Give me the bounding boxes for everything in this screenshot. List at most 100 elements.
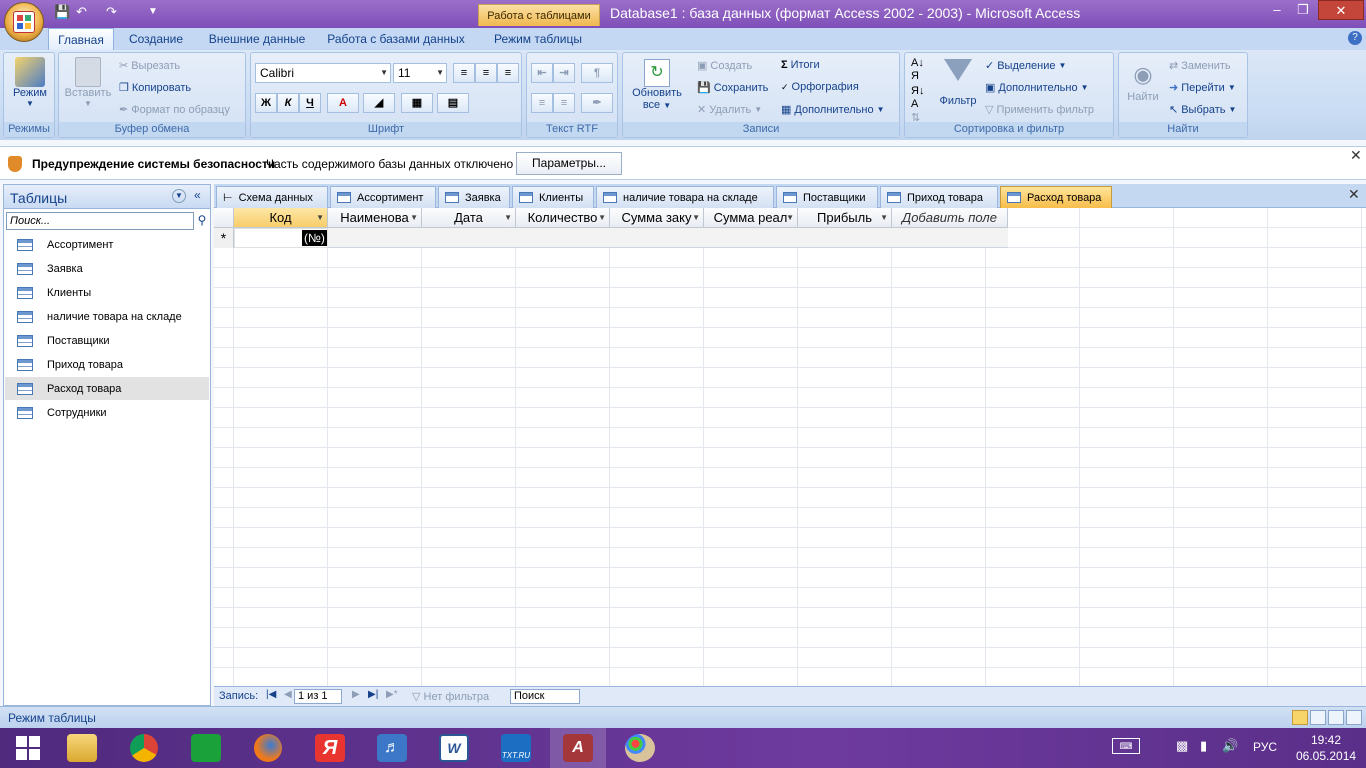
toggle-filter-button[interactable]: ▽ Применить фильтр xyxy=(985,103,1094,117)
save-record-button[interactable]: 💾 Сохранить xyxy=(697,81,768,95)
prev-record-icon[interactable]: ◀ xyxy=(284,689,292,700)
security-options-button[interactable]: Параметры... xyxy=(516,152,622,175)
column-header-purchase-sum[interactable]: Сумма заку ▼ xyxy=(610,208,704,228)
select-button[interactable]: ↖ Выбрать ▼ xyxy=(1169,103,1236,117)
taskbar-explorer[interactable] xyxy=(54,728,110,768)
filter-button[interactable]: Фильтр xyxy=(935,59,981,107)
pivot-chart-view-icon[interactable] xyxy=(1328,710,1344,725)
bullets-icon[interactable]: ≡ xyxy=(553,93,575,113)
decrease-indent-icon[interactable]: ⇤ xyxy=(531,63,553,83)
close-window-button[interactable]: ✕ xyxy=(1318,0,1364,20)
tab-create[interactable]: Создание xyxy=(120,28,192,50)
nav-item-table[interactable]: наличие товара на складе xyxy=(5,305,209,328)
chevron-down-icon[interactable]: ▼ xyxy=(598,208,606,227)
new-record-nav-icon[interactable]: ▶* xyxy=(386,689,398,700)
taskbar-store[interactable] xyxy=(178,728,234,768)
restore-icon[interactable]: ❐ xyxy=(1290,0,1316,20)
datasheet-grid[interactable]: Код ▼ Наименова ▼ Дата ▼ Количество ▼ Сумма … xyxy=(214,208,1366,686)
copy-button[interactable]: ❐ Копировать xyxy=(119,81,191,95)
nav-item-table[interactable]: Поставщики xyxy=(5,329,209,352)
delete-record-button[interactable]: ✕ Удалить ▼ xyxy=(697,103,762,117)
find-button[interactable]: ◉ Найти xyxy=(1121,59,1165,103)
design-view-icon[interactable] xyxy=(1346,710,1362,725)
paragraph-icon[interactable]: ¶ xyxy=(581,63,613,83)
doc-tab-stock[interactable]: наличие товара на складе xyxy=(596,186,774,208)
replace-button[interactable]: ⇄ Заменить xyxy=(1169,59,1231,73)
chevron-down-icon[interactable]: ▼ xyxy=(172,189,186,203)
tab-database-tools[interactable]: Работа с базами данных xyxy=(322,28,470,50)
column-header-code[interactable]: Код ▼ xyxy=(234,208,328,228)
bold-button[interactable]: Ж xyxy=(255,93,277,113)
save-icon[interactable]: 💾 xyxy=(54,4,70,22)
italic-button[interactable]: К xyxy=(277,93,299,113)
nav-search-input[interactable]: Поиск... xyxy=(6,212,194,230)
redo-icon[interactable]: ↷ xyxy=(106,4,117,22)
taskbar-access[interactable]: A xyxy=(550,728,606,768)
doc-tab-income[interactable]: Приход товара xyxy=(880,186,998,208)
close-document-icon[interactable]: ✕ xyxy=(1348,186,1360,203)
align-left-icon[interactable]: ≡ xyxy=(453,63,475,83)
advanced-filter-button[interactable]: ▣ Дополнительно ▼ xyxy=(985,81,1089,95)
nav-item-table[interactable]: Сотрудники xyxy=(5,401,209,424)
chevron-down-icon[interactable]: ▼ xyxy=(880,208,888,227)
refresh-all-button[interactable]: ↻ Обновить все ▼ xyxy=(625,59,689,111)
nav-item-table[interactable]: Ассортимент xyxy=(5,233,209,256)
nav-item-table[interactable]: Приход товара xyxy=(5,353,209,376)
selection-button[interactable]: ✓ Выделение ▼ xyxy=(985,59,1066,73)
column-header-name[interactable]: Наименова ▼ xyxy=(328,208,422,228)
spelling-button[interactable]: ✓ Орфография xyxy=(781,81,859,93)
record-search-input[interactable]: Поиск xyxy=(510,689,580,704)
taskbar-audio[interactable]: ♬ xyxy=(364,728,420,768)
taskbar-yandex[interactable]: Я xyxy=(302,728,358,768)
no-filter-indicator[interactable]: ▽ Нет фильтра xyxy=(412,690,489,703)
fill-color-icon[interactable]: ◢ xyxy=(363,93,395,113)
column-header-date[interactable]: Дата ▼ xyxy=(422,208,516,228)
chevron-down-icon[interactable]: ▼ xyxy=(692,208,700,227)
cut-button[interactable]: ✂ Вырезать xyxy=(119,59,180,73)
chevron-down-icon[interactable]: ▼ xyxy=(786,208,794,227)
tab-external-data[interactable]: Внешние данные xyxy=(200,28,314,50)
taskbar-firefox[interactable] xyxy=(240,728,296,768)
volume-icon[interactable]: 🔊 xyxy=(1222,738,1238,754)
search-icon[interactable]: ⚲ xyxy=(194,212,210,230)
doc-tab-suppliers[interactable]: Поставщики xyxy=(776,186,878,208)
mode-button[interactable]: Режим ▼ xyxy=(8,57,52,108)
nav-item-table[interactable]: Клиенты xyxy=(5,281,209,304)
sort-descending-icon[interactable]: Я↓ A xyxy=(911,85,924,111)
taskbar-chrome[interactable] xyxy=(116,728,172,768)
taskbar-paint[interactable] xyxy=(612,728,668,768)
taskbar-txtru[interactable]: TXT.RU xyxy=(488,728,544,768)
align-center-icon[interactable]: ≡ xyxy=(475,63,497,83)
column-header-sale-sum[interactable]: Сумма реал ▼ xyxy=(704,208,798,228)
language-indicator[interactable]: РУС xyxy=(1253,740,1277,754)
gridlines-icon[interactable]: ▦ xyxy=(401,93,433,113)
increase-indent-icon[interactable]: ⇥ xyxy=(553,63,575,83)
office-button[interactable] xyxy=(4,2,44,42)
doc-tab-order[interactable]: Заявка xyxy=(438,186,510,208)
align-right-icon[interactable]: ≡ xyxy=(497,63,519,83)
column-header-profit[interactable]: Прибыль ▼ xyxy=(798,208,892,228)
taskbar-word[interactable]: W xyxy=(426,728,482,768)
alt-row-color-icon[interactable]: ▤ xyxy=(437,93,469,113)
signal-icon[interactable]: ▩ xyxy=(1176,738,1188,754)
tab-datasheet[interactable]: Режим таблицы xyxy=(482,28,594,50)
select-all-corner[interactable] xyxy=(214,208,234,228)
doc-tab-expense[interactable]: Расход товара xyxy=(1000,186,1112,208)
battery-icon[interactable]: ▮ xyxy=(1200,738,1207,754)
minimize-icon[interactable]: – xyxy=(1264,0,1290,20)
keyboard-icon[interactable]: ⌨ xyxy=(1112,738,1140,754)
font-size-combo[interactable]: 11 ▼ xyxy=(393,63,447,83)
nav-item-table[interactable]: Заявка xyxy=(5,257,209,280)
chevron-down-icon[interactable]: ▼ xyxy=(410,208,418,227)
datasheet-view-icon[interactable] xyxy=(1292,710,1308,725)
qat-customize-icon[interactable]: ▼ xyxy=(148,6,158,24)
help-icon[interactable]: ? xyxy=(1348,31,1362,45)
underline-button[interactable]: Ч xyxy=(299,93,321,113)
highlight-icon[interactable]: ✒ xyxy=(581,93,613,113)
next-record-icon[interactable]: ▶ xyxy=(352,689,360,700)
add-field-header[interactable]: Добавить поле xyxy=(892,208,1008,228)
column-header-quantity[interactable]: Количество ▼ xyxy=(516,208,610,228)
totals-button[interactable]: Σ Итоги xyxy=(781,59,820,71)
record-position-input[interactable]: 1 из 1 xyxy=(294,689,342,704)
nav-item-table[interactable]: Расход товара xyxy=(5,377,209,400)
